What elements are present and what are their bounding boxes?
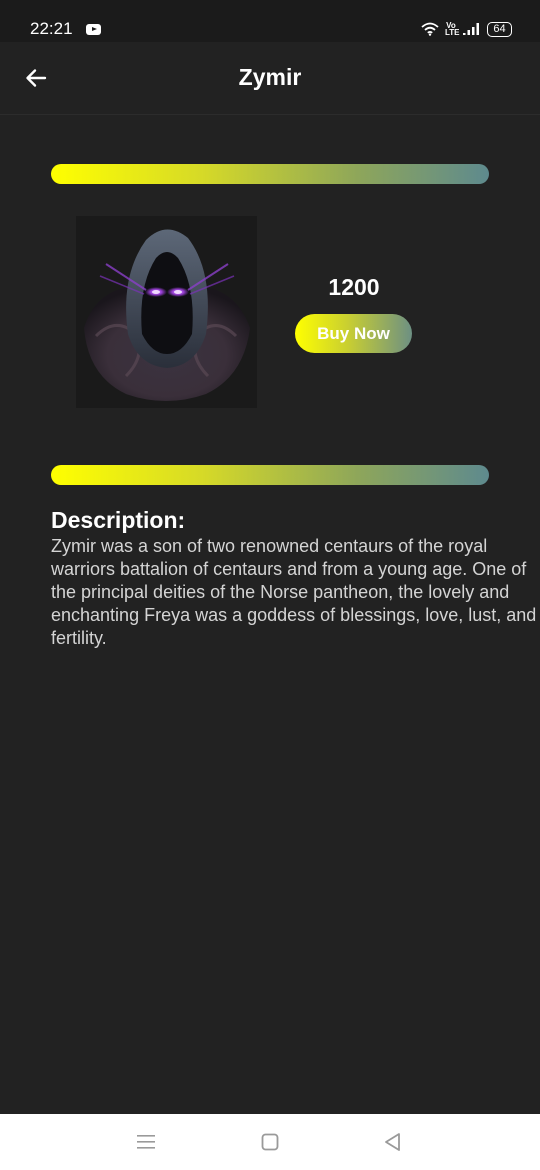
product-image bbox=[76, 216, 257, 408]
home-icon[interactable] bbox=[258, 1130, 282, 1154]
back-triangle-icon[interactable] bbox=[380, 1130, 404, 1154]
gradient-bar-top bbox=[51, 164, 489, 184]
screen: 22:21 Vo LTE 64 Zymir 1200 Buy Now Descr… bbox=[0, 0, 540, 1170]
description-text: Zymir was a son of two renowned centaurs… bbox=[51, 536, 537, 648]
wifi-icon bbox=[421, 22, 439, 36]
price: 1200 bbox=[328, 274, 380, 300]
buy-now-button[interactable]: Buy Now bbox=[295, 314, 412, 353]
system-nav-bar bbox=[0, 1114, 540, 1170]
signal-icon bbox=[463, 23, 479, 35]
status-bar: 22:21 Vo LTE 64 bbox=[0, 0, 540, 42]
hooded-figure-illustration bbox=[84, 229, 250, 401]
battery-icon: 64 bbox=[487, 21, 512, 37]
volte-icon: Vo LTE bbox=[445, 21, 460, 37]
menu-icon[interactable] bbox=[134, 1130, 158, 1154]
status-icons: Vo LTE 64 bbox=[421, 20, 512, 38]
app-bar: Zymir bbox=[0, 42, 540, 115]
status-time: 22:21 bbox=[30, 19, 73, 38]
description-heading: Description: bbox=[51, 507, 186, 533]
page-title: Zymir bbox=[238, 64, 302, 90]
gradient-bar-bottom bbox=[51, 465, 489, 485]
media-icon bbox=[86, 24, 101, 35]
